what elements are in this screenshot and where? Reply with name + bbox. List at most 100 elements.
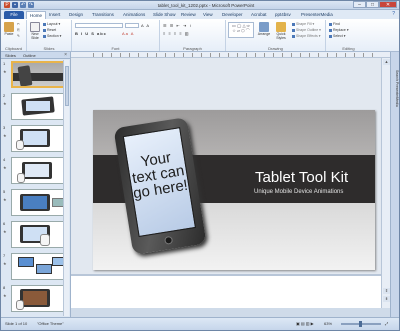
find-button[interactable]: Find <box>329 22 340 27</box>
slide-thumbnail[interactable]: 1 ★ <box>1 59 70 91</box>
shape-fill-button[interactable]: Shape Fill ▾ <box>292 22 314 27</box>
slides-pane: Slides Outline × 1 ★ 2 ★ 3 ★ 4 ★ 5 ★ 6 ★… <box>1 52 71 317</box>
shape-outline-button[interactable]: Shape Outline ▾ <box>292 28 321 33</box>
slide-thumbnail[interactable]: 5 ★ <box>1 187 70 219</box>
quick-access-toolbar: P ▪ ↶ ↷ <box>4 2 34 8</box>
format-painter-icon[interactable]: ✎ <box>17 34 20 39</box>
redo-icon[interactable]: ↷ <box>28 2 34 8</box>
previous-slide-icon[interactable]: ⇞ <box>383 288 390 294</box>
list-buttons[interactable]: ☰ ☰ ⇤ ⇥ ↕ <box>163 23 192 28</box>
font-color-button[interactable]: Aa A <box>122 31 134 36</box>
tab-insert[interactable]: Insert <box>49 11 60 19</box>
tab-home[interactable]: Home <box>26 11 47 19</box>
transition-icon: ★ <box>3 261 7 266</box>
pane-close-icon[interactable]: × <box>64 52 67 58</box>
close-button[interactable]: ✕ <box>379 1 397 8</box>
paste-button[interactable]: Paste <box>3 22 15 40</box>
scroll-up-icon[interactable]: ▲ <box>383 59 390 65</box>
zoom-slider-handle[interactable] <box>359 321 362 327</box>
transition-icon: ★ <box>3 229 7 234</box>
status-bar: Slide 1 of 10 "Office Theme" ▣ ▤ ▥ ▶ 63%… <box>1 317 399 330</box>
maximize-button[interactable]: □ <box>366 1 379 8</box>
notes-pane[interactable] <box>71 274 381 308</box>
thumbnail-image <box>11 61 67 88</box>
transition-icon: ★ <box>3 133 7 138</box>
slide-thumbnail[interactable]: 4 ★ <box>1 155 70 187</box>
save-icon[interactable]: ▪ <box>12 2 18 8</box>
font-format-buttons[interactable]: B I U S abc <box>75 31 107 36</box>
group-clipboard: Paste ✂ ⎘ ✎ Clipboard <box>1 20 27 51</box>
font-family-select[interactable] <box>75 23 123 28</box>
window-controls: – □ ✕ <box>353 1 397 8</box>
zoom-slider[interactable] <box>341 321 381 327</box>
slide-thumbnail[interactable]: 6 ★ <box>1 219 70 251</box>
font-size-grow-shrink[interactable]: A A <box>141 23 150 28</box>
powerpoint-logo-icon[interactable]: P <box>4 2 10 8</box>
fit-to-window-icon[interactable]: ⤢ <box>385 321 388 326</box>
layout-button[interactable]: Layout ▾ <box>43 22 60 27</box>
new-slide-button[interactable]: New Slide <box>29 22 41 40</box>
group-label-clipboard: Clipboard <box>4 46 23 51</box>
slide-thumbnail[interactable]: 3 ★ <box>1 123 70 155</box>
tab-slide-show[interactable]: Slide Show <box>153 11 176 19</box>
next-slide-icon[interactable]: ⇟ <box>383 296 390 302</box>
quick-styles-button[interactable]: Quick Styles <box>273 22 289 40</box>
group-paragraph: ☰ ☰ ⇤ ⇥ ↕ ≡ ≡ ≡ ≡ ▥ Paragraph <box>160 20 226 51</box>
tab-animations[interactable]: Animations <box>123 11 145 19</box>
transition-icon: ★ <box>3 293 7 298</box>
undo-icon[interactable]: ↶ <box>20 2 26 8</box>
slide-canvas[interactable]: Your text can go here! Tablet Tool Kit U… <box>93 110 375 270</box>
shapes-gallery[interactable]: ▭ ◯ △ ⇨ ☆ ▱ ⬡ ⌒ <box>228 22 254 38</box>
slide-title[interactable]: Tablet Tool Kit <box>255 169 348 186</box>
copy-icon[interactable]: ⎘ <box>17 28 20 33</box>
thumbnail-image <box>11 189 67 216</box>
ribbon-tabs: File Home Insert Design Transitions Anim… <box>1 10 399 19</box>
slide-thumbnail[interactable]: 8 ★ <box>1 283 70 315</box>
section-button[interactable]: Section ▾ <box>43 34 61 39</box>
pane-tabs: Slides Outline × <box>1 52 70 59</box>
transition-icon: ★ <box>3 69 7 74</box>
slide-thumbnail[interactable]: 2 ★ <box>1 91 70 123</box>
slide-thumbnail[interactable]: 7 ★ <box>1 251 70 283</box>
tab-review[interactable]: Review <box>181 11 196 19</box>
select-button[interactable]: Select ▾ <box>329 34 345 39</box>
paste-icon <box>4 22 14 32</box>
slide-info: Slide 1 of 10 <box>5 321 28 326</box>
view-buttons[interactable]: ▣ ▤ ▥ ▶ <box>296 321 314 326</box>
tab-design[interactable]: Design <box>69 11 83 19</box>
vertical-scrollbar[interactable]: ▲ ⇞ ⇟ <box>381 58 390 308</box>
thumbnail-image <box>11 157 67 184</box>
tab-ppt4bsv[interactable]: ppt4bsv <box>275 11 291 19</box>
search-presentermedia-label[interactable]: Search PresenterMedia <box>392 70 399 107</box>
thumbnail-image <box>11 93 67 120</box>
thumbnail-scrollbar[interactable] <box>63 60 69 316</box>
arrange-icon <box>259 22 269 32</box>
group-label-font: Font <box>111 46 120 51</box>
font-size-select[interactable] <box>125 23 139 28</box>
slide-editing-area: Your text can go here! Tablet Tool Kit U… <box>71 58 381 308</box>
transition-icon: ★ <box>3 165 7 170</box>
help-icon[interactable]: ? <box>392 11 395 17</box>
cut-icon[interactable]: ✂ <box>17 22 20 27</box>
arrange-button[interactable]: Arrange <box>256 22 272 40</box>
tab-developer[interactable]: Developer <box>222 11 243 19</box>
tab-presentermedia[interactable]: PresenterMedia <box>301 11 333 19</box>
tab-file[interactable]: File <box>4 11 24 19</box>
alignment-buttons[interactable]: ≡ ≡ ≡ ≡ ▥ <box>163 31 190 36</box>
tab-acrobat[interactable]: Acrobat <box>251 11 267 19</box>
slide-subtitle[interactable]: Unique Mobile Device Animations <box>254 189 343 195</box>
presentermedia-pane: Search PresenterMedia <box>390 52 399 317</box>
new-slide-icon <box>30 22 40 32</box>
minimize-button[interactable]: – <box>353 1 366 8</box>
tablet-screen-text[interactable]: Your text can go here! <box>122 127 196 237</box>
thumbnail-image <box>11 253 67 280</box>
shape-effects-button[interactable]: Shape Effects ▾ <box>292 34 320 39</box>
replace-button[interactable]: Replace ▾ <box>329 28 349 33</box>
tab-view[interactable]: View <box>203 11 213 19</box>
scrollbar-thumb[interactable] <box>65 66 69 106</box>
group-font: A A B I U S abc Aa A Font <box>72 20 160 51</box>
tab-transitions[interactable]: Transitions <box>92 11 114 19</box>
zoom-level[interactable]: 63% <box>324 321 332 326</box>
powerpoint-window: P ▪ ↶ ↷ tablet_tool_kit_1202.pptx - Micr… <box>0 0 400 331</box>
reset-button[interactable]: Reset <box>43 28 56 33</box>
